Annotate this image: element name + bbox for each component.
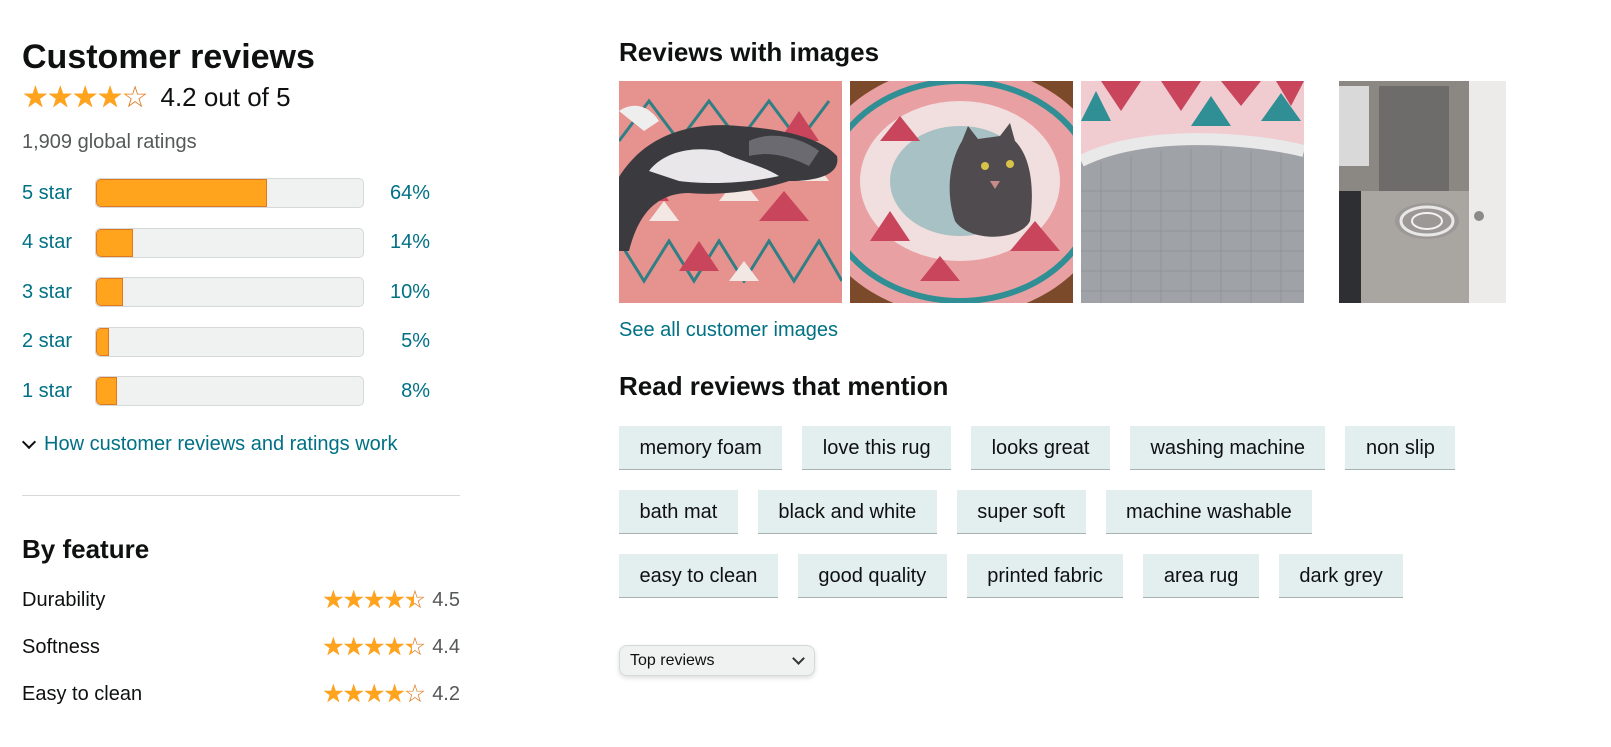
- feature-row-easy-to-clean: Easy to clean ☆☆☆☆☆★★★★★ 4.2: [22, 682, 460, 707]
- histogram-label[interactable]: 3 star: [22, 281, 95, 304]
- histogram-bar[interactable]: [95, 277, 364, 307]
- histogram-percent[interactable]: 8%: [364, 380, 430, 403]
- histogram-bar-fill: [96, 327, 110, 356]
- how-reviews-work-link[interactable]: How customer reviews and ratings work: [21, 433, 397, 456]
- chevron-down-icon[interactable]: [792, 652, 805, 665]
- sort-selected-value[interactable]: Top reviews: [630, 652, 714, 670]
- sort-reviews-dropdown[interactable]: Top reviews: [619, 645, 815, 676]
- feature-rating-value: 4.2: [432, 683, 460, 705]
- mention-chip[interactable]: bath mat: [619, 490, 738, 534]
- review-image-rug-backing-graphic: [1081, 81, 1304, 303]
- mention-chip[interactable]: machine washable: [1105, 490, 1313, 534]
- histogram-row-3-star[interactable]: 3 star 10%: [22, 277, 442, 307]
- feature-name: Durability: [22, 589, 106, 611]
- histogram-percent[interactable]: 64%: [364, 182, 430, 205]
- histogram-row-2-star[interactable]: 2 star 5%: [22, 326, 442, 357]
- mention-chip[interactable]: printed fabric: [966, 554, 1124, 598]
- feature-rating-value: 4.5: [432, 589, 460, 611]
- review-image-bathroom-rug[interactable]: [1339, 81, 1506, 303]
- feature-row-softness: Softness ☆☆☆☆☆★★★★★ 4.4: [22, 635, 460, 660]
- feature-star-rating-icon: ☆☆☆☆☆★★★★★: [322, 633, 426, 661]
- histogram-bar[interactable]: [95, 178, 364, 208]
- mention-chip[interactable]: area rug: [1143, 554, 1259, 598]
- histogram-bar[interactable]: [95, 227, 364, 258]
- mention-chip[interactable]: super soft: [956, 490, 1086, 534]
- histogram-row-5-star[interactable]: 5 star 64%: [22, 178, 442, 208]
- how-reviews-work-text[interactable]: How customer reviews and ratings work: [44, 433, 397, 456]
- mention-chip[interactable]: washing machine: [1129, 426, 1326, 470]
- read-reviews-that-mention-title: Read reviews that mention: [619, 371, 949, 401]
- section-divider: [22, 495, 460, 496]
- review-image-cat-on-rug[interactable]: [619, 81, 842, 303]
- mention-chip-row: bath mat black and white super soft mach…: [619, 490, 1519, 534]
- feature-star-rating-icon: ☆☆☆☆☆★★★★★: [322, 680, 426, 708]
- mention-chip[interactable]: easy to clean: [619, 554, 778, 598]
- mention-chip[interactable]: dark grey: [1278, 554, 1404, 598]
- review-image-cat-on-rug-graphic: [619, 81, 842, 303]
- mention-chip[interactable]: black and white: [757, 490, 937, 534]
- histogram-bar[interactable]: [95, 376, 364, 406]
- mention-chip-row: easy to clean good quality printed fabri…: [619, 554, 1519, 598]
- customer-reviews-title: Customer reviews: [22, 38, 315, 76]
- feature-rating-value: 4.4: [432, 636, 460, 658]
- histogram-percent[interactable]: 14%: [364, 231, 430, 254]
- reviews-with-images-title: Reviews with images: [619, 37, 880, 67]
- histogram-label[interactable]: 1 star: [22, 380, 95, 403]
- chevron-down-icon[interactable]: [21, 434, 37, 450]
- mention-chip[interactable]: love this rug: [802, 426, 952, 470]
- histogram-percent[interactable]: 5%: [364, 330, 430, 353]
- histogram-bar[interactable]: [95, 326, 364, 357]
- overall-rating-text: 4.2 out of 5: [160, 82, 291, 112]
- rating-histogram: 5 star 64% 4 star 14% 3 star 10% 2 star …: [22, 178, 442, 426]
- histogram-percent[interactable]: 10%: [364, 281, 430, 304]
- review-image-cat-sitting-on-round-rug[interactable]: [850, 81, 1073, 303]
- histogram-label[interactable]: 2 star: [22, 330, 95, 353]
- review-image-bathroom-graphic: [1339, 81, 1506, 303]
- histogram-bar-fill: [96, 228, 134, 257]
- feature-star-rating-icon: ☆☆☆☆☆★★★★★: [322, 586, 426, 614]
- histogram-label[interactable]: 5 star: [22, 182, 95, 205]
- mention-chip[interactable]: good quality: [797, 554, 947, 598]
- feature-name: Softness: [22, 636, 100, 658]
- feature-row-durability: Durability ☆☆☆☆☆★★★★★ 4.5: [22, 588, 460, 613]
- histogram-row-1-star[interactable]: 1 star 8%: [22, 376, 442, 406]
- histogram-row-4-star[interactable]: 4 star 14%: [22, 227, 442, 258]
- histogram-bar-fill: [96, 377, 118, 405]
- mention-chip-row: memory foam love this rug looks great wa…: [619, 426, 1519, 470]
- feature-name: Easy to clean: [22, 683, 143, 705]
- mention-chip[interactable]: non slip: [1345, 426, 1456, 470]
- mention-chips: memory foam love this rug looks great wa…: [619, 426, 1519, 618]
- overall-star-rating-icon[interactable]: ☆☆☆☆☆★★★★★: [22, 82, 148, 113]
- review-image-rug-backing[interactable]: [1081, 81, 1304, 303]
- mention-chip[interactable]: looks great: [971, 426, 1110, 470]
- histogram-bar-fill: [96, 179, 267, 207]
- histogram-label[interactable]: 4 star: [22, 231, 95, 254]
- by-feature-title: By feature: [22, 534, 150, 564]
- global-ratings-count: 1,909 global ratings: [22, 131, 197, 153]
- mention-chip[interactable]: memory foam: [619, 426, 783, 470]
- see-all-customer-images-link[interactable]: See all customer images: [619, 319, 838, 342]
- review-image-cat-sitting-graphic: [850, 81, 1073, 303]
- histogram-bar-fill: [96, 278, 123, 306]
- overall-rating: ☆☆☆☆☆★★★★★ 4.2 out of 5: [22, 82, 291, 113]
